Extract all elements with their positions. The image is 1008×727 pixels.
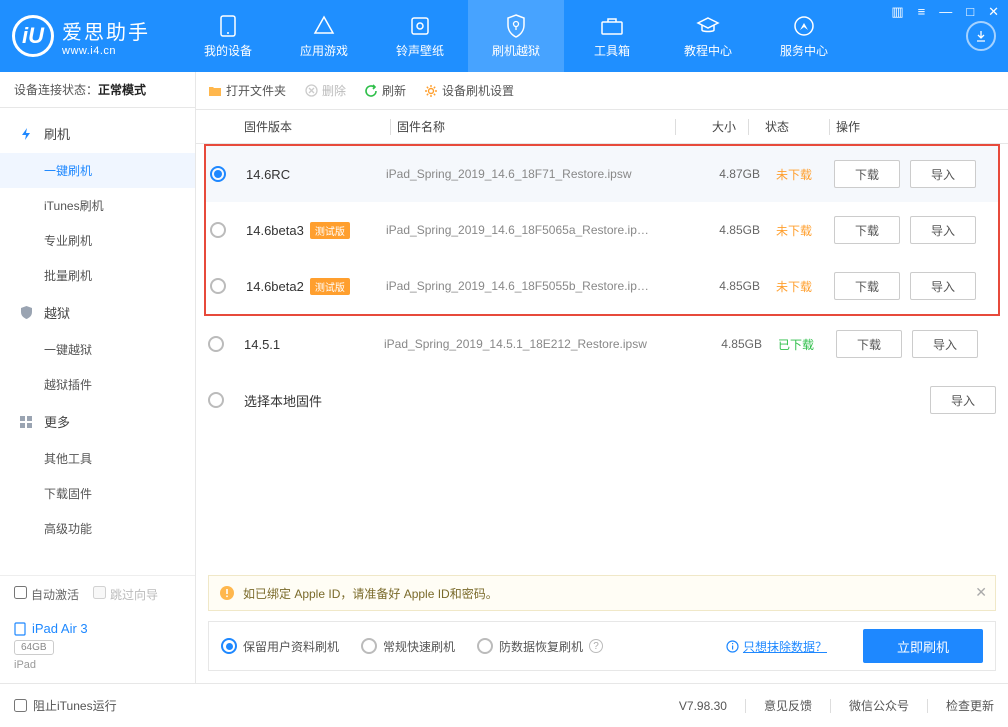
row-radio[interactable] xyxy=(210,222,226,238)
highlighted-rows: 14.6RC iPad_Spring_2019_14.6_18F71_Resto… xyxy=(204,144,1000,316)
import-button[interactable]: 导入 xyxy=(910,160,976,188)
window-controls: ▥ ≡ — □ ✕ xyxy=(888,4,1002,20)
mode-fast-flash[interactable]: 常规快速刷机 xyxy=(361,638,455,655)
nav-my-device[interactable]: 我的设备 xyxy=(180,0,276,72)
appstore-icon xyxy=(312,14,336,38)
download-button[interactable]: 下载 xyxy=(834,160,900,188)
sidebar-item-pro-flash[interactable]: 专业刷机 xyxy=(0,223,195,258)
sidebar-item-oneclick-flash[interactable]: 一键刷机 xyxy=(0,153,195,188)
app-url: www.i4.cn xyxy=(62,45,150,57)
erase-only-link[interactable]: 只想抹除数据？ xyxy=(726,638,827,655)
notice-bar: 如已绑定 Apple ID，请准备好 Apple ID和密码。 ✕ xyxy=(208,575,996,611)
import-button[interactable]: 导入 xyxy=(910,272,976,300)
sidebar-item-batch-flash[interactable]: 批量刷机 xyxy=(0,258,195,293)
sidebar-item-oneclick-jb[interactable]: 一键越狱 xyxy=(0,332,195,367)
nav-tutorial[interactable]: 教程中心 xyxy=(660,0,756,72)
firmware-row[interactable]: 14.6beta2测试版 iPad_Spring_2019_14.6_18F50… xyxy=(206,258,998,314)
row-radio[interactable] xyxy=(208,392,224,408)
sidebar-item-other-tools[interactable]: 其他工具 xyxy=(0,441,195,476)
nav-toolbox[interactable]: 工具箱 xyxy=(564,0,660,72)
sidebar-group-jailbreak[interactable]: 越狱 xyxy=(0,293,195,332)
minimize-icon[interactable]: — xyxy=(936,4,955,20)
toolbox-icon xyxy=(600,14,624,38)
refresh-icon xyxy=(364,84,378,98)
mode-anti-recovery[interactable]: 防数据恢复刷机? xyxy=(477,638,603,655)
version-label: V7.98.30 xyxy=(679,699,727,713)
nav-apps[interactable]: 应用游戏 xyxy=(276,0,372,72)
main-panel: 打开文件夹 删除 刷新 设备刷机设置 固件版本 固件名称 大小 状态 操作 14… xyxy=(196,72,1008,683)
row-radio[interactable] xyxy=(208,336,224,352)
table-header: 固件版本 固件名称 大小 状态 操作 xyxy=(196,110,1008,144)
capacity-badge: 64GB xyxy=(14,640,54,655)
close-notice-icon[interactable]: ✕ xyxy=(975,584,987,601)
mode-keep-data[interactable]: 保留用户资料刷机 xyxy=(221,638,339,655)
sidebar: 设备连接状态：正常模式 刷机 一键刷机 iTunes刷机 专业刷机 批量刷机 越… xyxy=(0,72,196,683)
nav-ringtone[interactable]: 铃声壁纸 xyxy=(372,0,468,72)
firmware-row[interactable]: 14.6beta3测试版 iPad_Spring_2019_14.6_18F50… xyxy=(206,202,998,258)
flash-now-button[interactable]: 立即刷机 xyxy=(863,629,983,663)
logo-icon: iU xyxy=(12,15,54,57)
device-info[interactable]: iPad Air 3 64GB iPad xyxy=(0,613,195,683)
download-button[interactable]: 下载 xyxy=(836,330,902,358)
local-firmware-row[interactable]: 选择本地固件 导入 xyxy=(196,372,1008,428)
sidebar-item-advanced[interactable]: 高级功能 xyxy=(0,511,195,546)
top-bar: ▥ ≡ — □ ✕ iU 爱思助手 www.i4.cn 我的设备 应用游戏 铃声… xyxy=(0,0,1008,72)
sidebar-group-more[interactable]: 更多 xyxy=(0,402,195,441)
row-radio[interactable] xyxy=(210,278,226,294)
app-logo: iU 爱思助手 www.i4.cn xyxy=(12,15,150,57)
more-icon xyxy=(18,414,34,430)
warning-icon xyxy=(219,585,235,601)
feedback-link[interactable]: 意见反馈 xyxy=(764,697,812,714)
folder-icon xyxy=(208,84,222,98)
shirt-icon[interactable]: ▥ xyxy=(888,4,906,20)
download-progress-icon[interactable] xyxy=(966,21,996,51)
nav-service[interactable]: 服务中心 xyxy=(756,0,852,72)
menu-icon[interactable]: ≡ xyxy=(915,4,929,20)
import-button[interactable]: 导入 xyxy=(912,330,978,358)
delete-icon xyxy=(304,84,318,98)
device-icon xyxy=(14,622,26,636)
maximize-icon[interactable]: □ xyxy=(963,4,977,20)
delete-button: 删除 xyxy=(304,82,346,99)
close-icon[interactable]: ✕ xyxy=(985,4,1002,20)
firmware-list: 14.6RC iPad_Spring_2019_14.6_18F71_Resto… xyxy=(196,144,1008,428)
phone-icon xyxy=(216,14,240,38)
graduation-icon xyxy=(696,14,720,38)
settings-button[interactable]: 设备刷机设置 xyxy=(424,82,514,99)
download-button[interactable]: 下载 xyxy=(834,272,900,300)
row-radio[interactable] xyxy=(210,166,226,182)
shield-icon xyxy=(504,14,528,38)
import-button[interactable]: 导入 xyxy=(910,216,976,244)
main-nav: 我的设备 应用游戏 铃声壁纸 刷机越狱 工具箱 教程中心 服务中心 xyxy=(180,0,954,72)
toolbar: 打开文件夹 删除 刷新 设备刷机设置 xyxy=(196,72,1008,110)
firmware-row[interactable]: 14.6RC iPad_Spring_2019_14.6_18F71_Resto… xyxy=(206,146,998,202)
import-button[interactable]: 导入 xyxy=(930,386,996,414)
help-icon[interactable]: ? xyxy=(589,639,603,653)
flash-mode-bar: 保留用户资料刷机 常规快速刷机 防数据恢复刷机? 只想抹除数据？ 立即刷机 xyxy=(208,621,996,671)
block-itunes-checkbox[interactable]: 阻止iTunes运行 xyxy=(14,697,117,714)
sidebar-item-itunes-flash[interactable]: iTunes刷机 xyxy=(0,188,195,223)
gear-icon xyxy=(424,84,438,98)
flash-icon xyxy=(18,126,34,142)
check-update-link[interactable]: 检查更新 xyxy=(946,697,994,714)
skip-guide-checkbox[interactable]: 跳过向导 xyxy=(93,586,158,603)
firmware-row[interactable]: 14.5.1 iPad_Spring_2019_14.5.1_18E212_Re… xyxy=(196,316,1008,372)
music-icon xyxy=(408,14,432,38)
status-bar: 阻止iTunes运行 V7.98.30 意见反馈 微信公众号 检查更新 xyxy=(0,683,1008,727)
refresh-button[interactable]: 刷新 xyxy=(364,82,406,99)
auto-activate-checkbox[interactable]: 自动激活 xyxy=(14,586,79,603)
sidebar-item-download-fw[interactable]: 下载固件 xyxy=(0,476,195,511)
download-button[interactable]: 下载 xyxy=(834,216,900,244)
sidebar-group-flash[interactable]: 刷机 xyxy=(0,114,195,153)
wechat-link[interactable]: 微信公众号 xyxy=(849,697,909,714)
nav-flash[interactable]: 刷机越狱 xyxy=(468,0,564,72)
sidebar-item-jb-plugins[interactable]: 越狱插件 xyxy=(0,367,195,402)
shield-small-icon xyxy=(18,305,34,321)
open-folder-button[interactable]: 打开文件夹 xyxy=(208,82,286,99)
app-name: 爱思助手 xyxy=(62,16,150,45)
info-icon xyxy=(726,640,739,653)
connection-status: 设备连接状态：正常模式 xyxy=(0,72,195,108)
compass-icon xyxy=(792,14,816,38)
